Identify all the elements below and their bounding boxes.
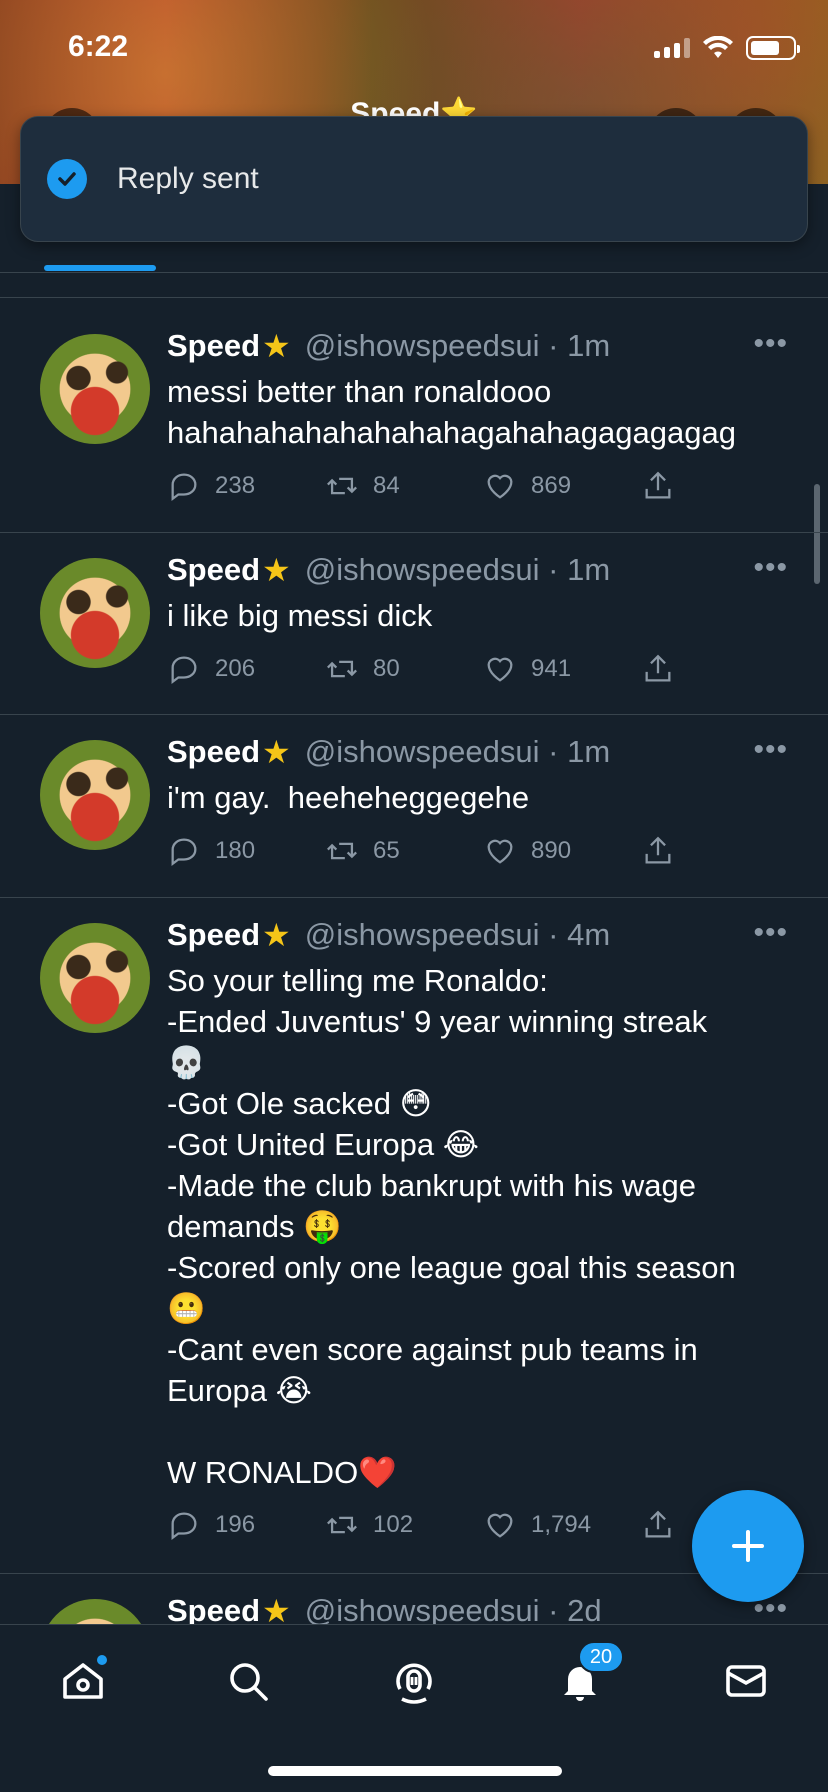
notifications-badge: 20 — [578, 1641, 624, 1673]
star-icon: ★ — [262, 734, 291, 770]
star-icon: ★ — [262, 917, 291, 953]
wifi-icon — [703, 36, 733, 58]
heart-icon — [487, 839, 513, 864]
tweet-handle: @ishowspeedsui · 1m — [304, 734, 611, 769]
reply-icon — [171, 656, 197, 685]
retweet-count: 102 — [373, 1511, 414, 1538]
retweet-icon — [327, 1516, 357, 1534]
more-options-icon[interactable]: ••• — [753, 733, 788, 767]
share-button[interactable] — [641, 834, 675, 868]
retweet-icon — [327, 477, 357, 495]
tweet[interactable]: Speed ★ @ishowspeedsui · 1m ••• messi be… — [0, 297, 828, 533]
tweet-text: i like big messi dick — [167, 598, 433, 633]
reply-button[interactable]: 180 — [167, 834, 325, 868]
tweet-author-name[interactable]: Speed — [167, 734, 260, 770]
more-options-icon[interactable]: ••• — [753, 916, 788, 950]
retweet-button[interactable]: 84 — [325, 469, 483, 503]
like-button[interactable]: 869 — [483, 469, 641, 503]
mail-icon — [726, 1665, 766, 1697]
reply-count: 196 — [215, 1511, 256, 1538]
plus-icon — [732, 1530, 764, 1562]
new-content-dot — [97, 1655, 107, 1665]
reply-count: 238 — [215, 472, 256, 499]
like-count: 1,794 — [531, 1511, 592, 1538]
avatar[interactable] — [40, 558, 150, 668]
reply-sent-toast: Reply sent — [20, 116, 808, 242]
share-button[interactable] — [641, 652, 675, 686]
search-icon — [230, 1663, 268, 1701]
share-button[interactable] — [641, 1508, 675, 1542]
tweet-author-name[interactable]: Speed — [167, 328, 260, 364]
reply-button[interactable]: 196 — [167, 1508, 325, 1542]
cellular-signal-icon — [654, 38, 690, 58]
star-icon: ★ — [262, 328, 291, 364]
tweet[interactable]: Speed ★ @ishowspeedsui · 4m ••• So your … — [0, 898, 828, 1574]
reply-icon — [171, 473, 197, 502]
share-icon — [645, 471, 671, 499]
retweet-count: 65 — [373, 837, 400, 864]
heart-icon — [487, 474, 513, 499]
avatar[interactable] — [40, 334, 150, 444]
like-count: 890 — [531, 837, 572, 864]
share-icon — [645, 836, 671, 864]
check-icon — [47, 159, 87, 199]
nav-search[interactable] — [220, 1653, 276, 1709]
nav-spaces[interactable] — [386, 1653, 442, 1709]
tweet-author-name[interactable]: Speed — [167, 552, 260, 588]
home-indicator[interactable] — [268, 1766, 562, 1776]
like-button[interactable]: 941 — [483, 652, 641, 686]
heart-icon — [487, 1513, 513, 1538]
nav-home[interactable] — [55, 1653, 111, 1709]
tweet-author-name[interactable]: Speed — [167, 917, 260, 953]
status-time: 6:22 — [68, 30, 129, 63]
retweet-button[interactable]: 80 — [325, 652, 483, 686]
like-count: 869 — [531, 472, 572, 499]
tweet-text: So your telling me Ronaldo: -Ended Juven… — [167, 963, 736, 1490]
retweet-icon — [327, 842, 357, 860]
status-bar: 6:22 — [0, 0, 828, 100]
divider — [0, 272, 828, 273]
retweet-button[interactable]: 102 — [325, 1508, 483, 1542]
tweet[interactable]: Speed ★ @ishowspeedsui · 1m ••• i like b… — [0, 533, 828, 715]
reply-count: 206 — [215, 655, 256, 682]
active-tab-indicator — [44, 265, 156, 271]
tweet-handle: @ishowspeedsui · 4m — [304, 917, 611, 952]
tweet-text: i'm gay. heeheheggegehe — [167, 780, 530, 815]
reply-icon — [171, 1512, 197, 1541]
tweet-handle: @ishowspeedsui · 1m — [304, 552, 611, 587]
reply-button[interactable]: 238 — [167, 469, 325, 503]
reply-count: 180 — [215, 837, 256, 864]
retweet-count: 84 — [373, 472, 400, 499]
like-count: 941 — [531, 655, 572, 682]
share-button[interactable] — [641, 469, 675, 503]
avatar[interactable] — [40, 923, 150, 1033]
reply-icon — [171, 838, 197, 867]
tweet-handle: @ishowspeedsui · 1m — [304, 328, 611, 363]
star-icon: ★ — [262, 552, 291, 588]
more-options-icon[interactable]: ••• — [753, 551, 788, 585]
heart-icon — [487, 657, 513, 682]
tweet[interactable]: Speed ★ @ishowspeedsui · 1m ••• i'm gay.… — [0, 715, 828, 898]
retweet-count: 80 — [373, 655, 400, 682]
like-button[interactable]: 1,794 — [483, 1508, 641, 1542]
like-button[interactable]: 890 — [483, 834, 641, 868]
battery-icon — [746, 36, 800, 60]
share-icon — [645, 1510, 671, 1538]
avatar[interactable] — [40, 740, 150, 850]
retweet-button[interactable]: 65 — [325, 834, 483, 868]
share-icon — [645, 654, 671, 682]
more-options-icon[interactable]: ••• — [753, 327, 788, 361]
retweet-icon — [327, 660, 357, 678]
spaces-microphone-icon — [396, 1663, 432, 1704]
tweet-text: messi better than ronaldooo hahahahahaha… — [167, 374, 736, 450]
toast-text: Reply sent — [117, 162, 259, 195]
nav-messages[interactable] — [718, 1653, 774, 1709]
nav-notifications[interactable]: 20 — [552, 1641, 624, 1709]
reply-button[interactable]: 206 — [167, 652, 325, 686]
compose-tweet-button[interactable] — [692, 1490, 804, 1602]
